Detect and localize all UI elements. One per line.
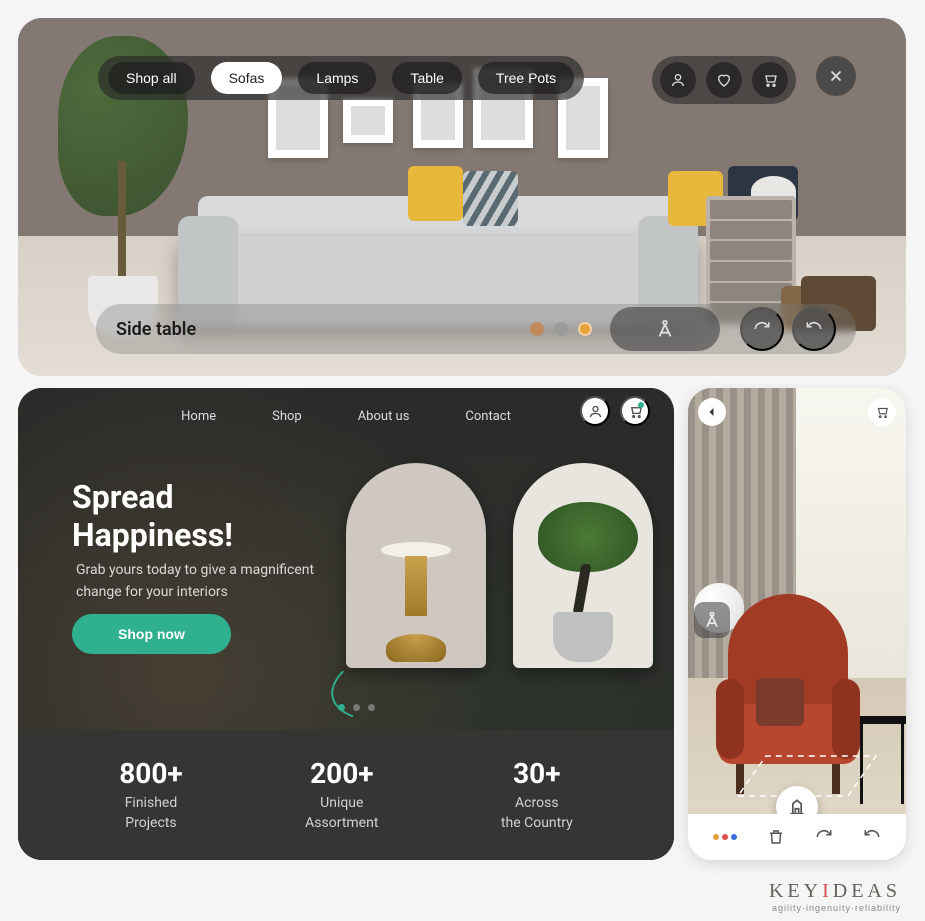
carousel-dots [338,704,375,711]
stat-number: 30+ [501,757,573,790]
user-icon[interactable] [660,62,696,98]
ar-preview-panel [688,388,906,860]
ar-tool-button[interactable] [610,307,720,351]
category-tab-sofas[interactable]: Sofas [211,62,283,94]
nav-link-shop[interactable]: Shop [272,409,302,424]
stat-item: 200+ Unique Assortment [305,757,378,833]
ar-measure-icon[interactable] [694,602,730,638]
site-nav: Home Shop About us Contact [18,398,674,434]
stats-row: 800+ Finished Projects 200+ Unique Assortme… [18,730,674,860]
category-tab-lamps[interactable]: Lamps [298,62,376,94]
ar-toolbar [688,814,906,860]
stat-label: Finished Projects [119,794,182,833]
stat-item: 800+ Finished Projects [119,757,182,833]
redo-icon[interactable] [815,828,833,846]
close-button[interactable] [816,56,856,96]
cart-icon[interactable] [620,396,650,426]
stat-number: 200+ [305,757,378,790]
hero-panel: Shop all Sofas Lamps Table Tree Pots Side ta… [18,18,906,376]
product-card[interactable] [513,463,653,668]
carousel-dot[interactable] [338,704,345,711]
marketing-panel: Home Shop About us Contact Spread Happiness… [18,388,674,860]
trash-icon[interactable] [767,828,785,846]
category-tab-tree-pots[interactable]: Tree Pots [478,62,574,94]
carousel-dot[interactable] [368,704,375,711]
category-nav: Shop all Sofas Lamps Table Tree Pots [98,56,584,100]
nav-link-about-us[interactable]: About us [358,409,410,424]
headline: Spread Happiness! [72,478,233,555]
undo-icon[interactable] [792,307,836,351]
category-tab-shop-all[interactable]: Shop all [108,62,195,94]
category-tab-table[interactable]: Table [392,62,461,94]
stat-label: Unique Assortment [305,794,378,833]
shop-now-button[interactable]: Shop now [72,614,231,654]
side-table [852,716,906,806]
nav-link-home[interactable]: Home [181,409,216,424]
cart-icon[interactable] [868,398,896,426]
swatch[interactable] [530,322,544,336]
product-bottom-bar: Side table [96,304,856,354]
undo-icon[interactable] [863,828,881,846]
header-icons [580,396,650,426]
heart-icon[interactable] [706,62,742,98]
stat-label: Across the Country [501,794,573,833]
product-card[interactable] [346,463,486,668]
swatch[interactable] [554,322,568,336]
back-button[interactable] [698,398,726,426]
nav-link-contact[interactable]: Contact [465,409,510,424]
stat-item: 30+ Across the Country [501,757,573,833]
user-icon[interactable] [580,396,610,426]
swatch[interactable] [578,322,592,336]
utility-actions [652,56,796,104]
palette-icon[interactable] [713,834,737,840]
subheadline: Grab yours today to give a magnificent c… [76,560,336,603]
product-name: Side table [116,319,196,340]
carousel-dot[interactable] [353,704,360,711]
color-swatches [530,322,592,336]
cart-icon[interactable] [752,62,788,98]
armchair[interactable] [718,594,858,794]
stat-number: 800+ [119,757,182,790]
redo-icon[interactable] [740,307,784,351]
brand-logo: KEYIDEAS agility·ingenuity·reliability [769,880,901,913]
